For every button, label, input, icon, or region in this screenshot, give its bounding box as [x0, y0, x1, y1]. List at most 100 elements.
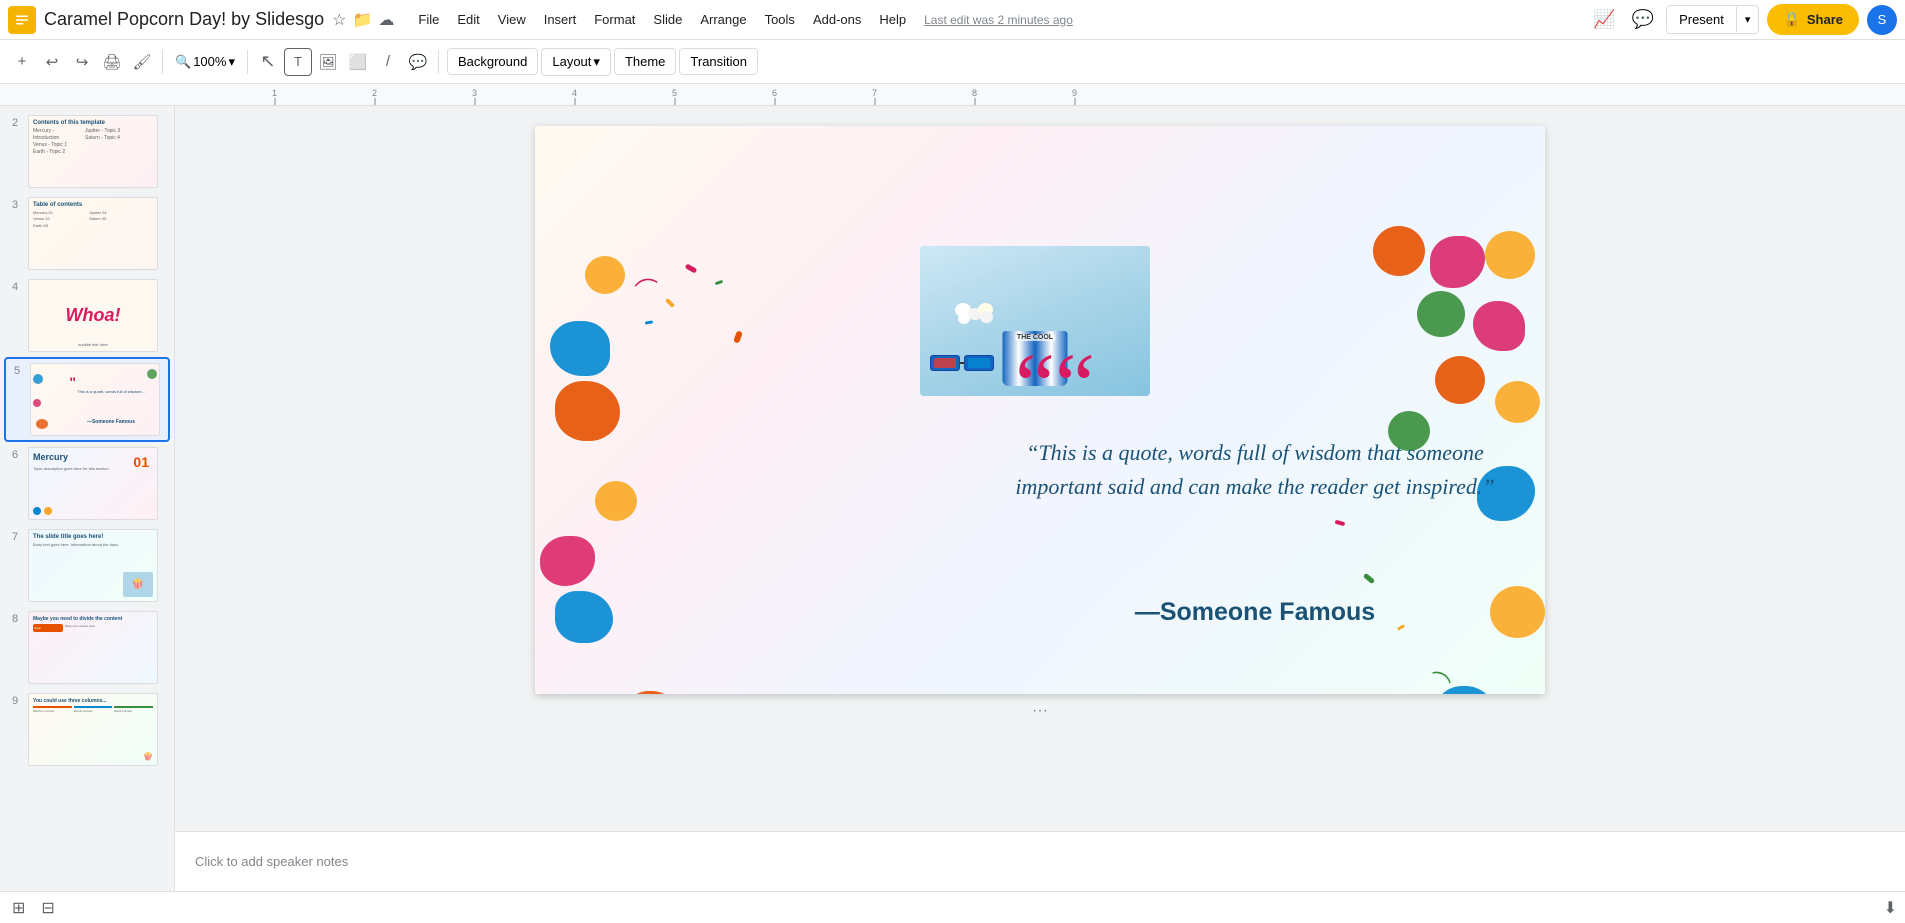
- image-tool[interactable]: 🖼: [314, 48, 342, 76]
- slide-thumb-2[interactable]: 2 Contents of this template Mercury - In…: [4, 111, 170, 192]
- menu-format[interactable]: Format: [586, 8, 643, 31]
- blob-orange-right-2: [1435, 356, 1485, 404]
- comment-tool[interactable]: 💬: [404, 48, 432, 76]
- slide-number-9: 9: [12, 693, 28, 707]
- blob-yellow-right-2: [1495, 381, 1540, 423]
- scroll-to-end-button[interactable]: ⬇: [1884, 898, 1897, 918]
- main-area: 2 Contents of this template Mercury - In…: [0, 106, 1905, 891]
- background-button[interactable]: Background: [447, 48, 538, 75]
- menu-view[interactable]: View: [490, 8, 534, 31]
- zoom-dropdown-icon[interactable]: ▾: [228, 54, 235, 70]
- slide-canvas[interactable]: ⌒ ⌒ THE COOL: [535, 126, 1545, 694]
- slide-thumb-7[interactable]: 7 The slide title goes here! Body text g…: [4, 525, 170, 606]
- slide-number-4: 4: [12, 279, 28, 293]
- menu-addons[interactable]: Add-ons: [805, 8, 869, 31]
- slide-number-2: 2: [12, 115, 28, 129]
- slide-thumb-9[interactable]: 9 You could use three columns... Mercury…: [4, 689, 170, 770]
- slide-thumb-8[interactable]: 8 Maybe you need to divide the content T…: [4, 607, 170, 688]
- separator-2: [247, 50, 248, 74]
- ruler-content: 1 2 3 4 5 6 7 8 9: [175, 84, 1905, 105]
- slide-preview-3: Table of contents Mercury 01Venus 02Eart…: [28, 197, 158, 270]
- slide-preview-8: Maybe you need to divide the content Top…: [28, 611, 158, 684]
- document-title[interactable]: Caramel Popcorn Day! by Slidesgo: [44, 9, 324, 30]
- folder-icon[interactable]: 📁: [352, 10, 372, 30]
- menu-arrange[interactable]: Arrange: [692, 8, 754, 31]
- slide-thumb-6[interactable]: 6 Mercury 01 Topic description goes here…: [4, 443, 170, 524]
- add-button[interactable]: +: [8, 48, 36, 76]
- menu-tools[interactable]: Tools: [757, 8, 803, 31]
- svg-text:2: 2: [372, 88, 377, 98]
- svg-text:8: 8: [972, 88, 977, 98]
- slide-number-8: 8: [12, 611, 28, 625]
- redo-button[interactable]: ↪: [68, 48, 96, 76]
- slide-number-7: 7: [12, 529, 28, 543]
- blob-yellow-2: [595, 481, 637, 521]
- slide-preview-4: Whoa! subtitle text here: [28, 279, 158, 352]
- layout-caret[interactable]: ▾: [593, 54, 600, 70]
- user-avatar[interactable]: S: [1867, 5, 1897, 35]
- present-label[interactable]: Present: [1667, 6, 1736, 33]
- ruler-marks: 1 2 3 4 5 6 7 8 9: [175, 84, 1905, 106]
- ruler: 1 2 3 4 5 6 7 8 9: [0, 84, 1905, 106]
- comment-icon[interactable]: 💬: [1628, 5, 1658, 34]
- menu-slide[interactable]: Slide: [645, 8, 690, 31]
- last-edit-label[interactable]: Last edit was 2 minutes ago: [924, 13, 1073, 27]
- blob-orange-right-1: [1373, 226, 1425, 276]
- slide-thumb-3[interactable]: 3 Table of contents Mercury 01Venus 02Ea…: [4, 193, 170, 274]
- toolbar: + ↩ ↪ 🖨 🖌 🔍 100% ▾ ↖ T 🖼 ⬜ / 💬 Backgroun…: [0, 40, 1905, 84]
- separator-3: [438, 50, 439, 74]
- menu-file[interactable]: File: [410, 8, 447, 31]
- undo-button[interactable]: ↩: [38, 48, 66, 76]
- app-icon[interactable]: [8, 6, 36, 34]
- top-right-controls: 📈 💬 Present ▾ 🔒 Share S: [1589, 4, 1897, 35]
- quote-author[interactable]: —Someone Famous: [1005, 598, 1505, 627]
- zoom-control[interactable]: 🔍 100% ▾: [169, 50, 241, 74]
- slides-panel: 2 Contents of this template Mercury - In…: [0, 106, 175, 891]
- slide-number-5: 5: [14, 363, 30, 377]
- text-box-tool[interactable]: T: [284, 48, 312, 76]
- svg-text:5: 5: [672, 88, 677, 98]
- menu-help[interactable]: Help: [871, 8, 914, 31]
- svg-text:7: 7: [872, 88, 877, 98]
- grid-view-button[interactable]: ⊞: [8, 894, 29, 922]
- blob-green-right-1: [1417, 291, 1465, 337]
- layout-button[interactable]: Layout ▾: [541, 48, 611, 76]
- separator-1: [162, 50, 163, 74]
- zoom-out-icon[interactable]: 🔍: [175, 54, 191, 70]
- quote-text[interactable]: “This is a quote, words full of wisdom t…: [1005, 436, 1505, 504]
- star-icon[interactable]: ☆: [332, 10, 346, 30]
- slide-preview-6: Mercury 01 Topic description goes here f…: [28, 447, 158, 520]
- slide-thumb-4[interactable]: 4 Whoa! subtitle text here: [4, 275, 170, 356]
- share-label: Share: [1807, 12, 1843, 27]
- zoom-level[interactable]: 100%: [193, 54, 226, 69]
- slide-preview-7: The slide title goes here! Body text goe…: [28, 529, 158, 602]
- svg-text:1: 1: [272, 88, 277, 98]
- canvas-area[interactable]: ⌒ ⌒ THE COOL: [175, 106, 1905, 831]
- blob-yellow-1: [585, 256, 625, 294]
- slide-preview-9: You could use three columns... Mercury c…: [28, 693, 158, 766]
- present-button[interactable]: Present ▾: [1666, 5, 1759, 34]
- menu-insert[interactable]: Insert: [536, 8, 585, 31]
- list-view-button[interactable]: ⊟: [37, 894, 58, 922]
- slide-nav-dots: ···: [1032, 702, 1048, 720]
- line-tool[interactable]: /: [374, 48, 402, 76]
- notes-area[interactable]: Click to add speaker notes: [175, 831, 1905, 891]
- svg-text:9: 9: [1072, 88, 1077, 98]
- shape-tool[interactable]: ⬜: [344, 48, 372, 76]
- lock-icon: 🔒: [1783, 11, 1800, 28]
- notes-placeholder[interactable]: Click to add speaker notes: [195, 854, 348, 869]
- blob-orange-1: [555, 381, 620, 441]
- transition-button[interactable]: Transition: [679, 48, 758, 75]
- present-dropdown-caret[interactable]: ▾: [1736, 7, 1759, 32]
- activity-icon[interactable]: 📈: [1589, 5, 1619, 34]
- cursor-tool[interactable]: ↖: [254, 48, 282, 76]
- svg-text:3: 3: [472, 88, 477, 98]
- share-button[interactable]: 🔒 Share: [1767, 4, 1859, 35]
- cloud-icon[interactable]: ☁: [378, 10, 394, 30]
- theme-button[interactable]: Theme: [614, 48, 676, 75]
- print-button[interactable]: 🖨: [98, 48, 126, 76]
- slide-thumb-5[interactable]: 5 " This is a quote, words full of wisdo…: [4, 357, 170, 442]
- paint-format-button[interactable]: 🖌: [128, 48, 156, 76]
- menu-edit[interactable]: Edit: [449, 8, 487, 31]
- slide-preview-2: Contents of this template Mercury - Intr…: [28, 115, 158, 188]
